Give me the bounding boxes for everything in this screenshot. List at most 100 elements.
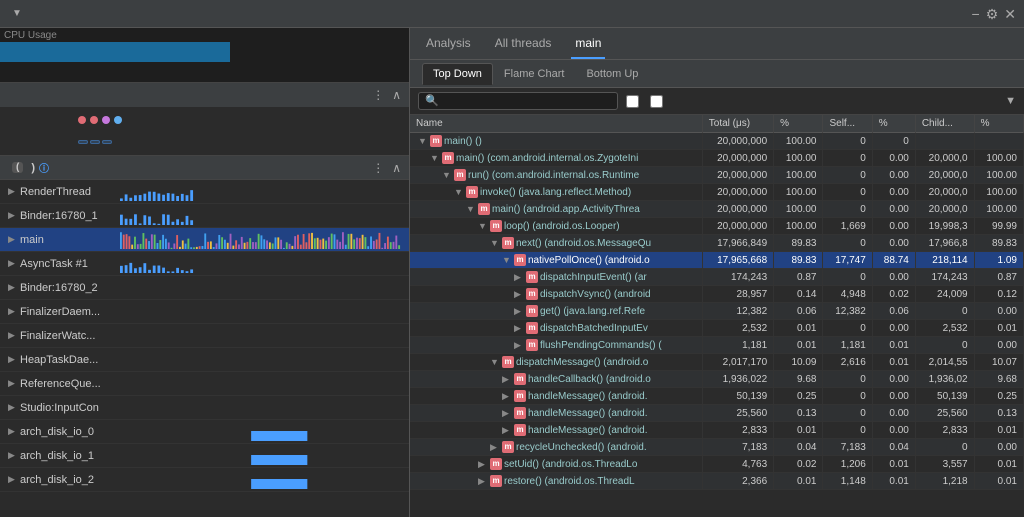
thread-expand-icon[interactable]: ▶ <box>8 378 20 389</box>
table-row[interactable]: ▼mmain() ()20,000,000100.0000 <box>410 133 1024 150</box>
table-row[interactable]: ▼mloop() (android.os.Looper)20,000,00010… <box>410 218 1024 235</box>
settings-icon[interactable]: ⚙ <box>986 7 999 21</box>
expand-icon[interactable]: ▼ <box>466 204 476 214</box>
thread-expand-icon[interactable]: ▶ <box>8 258 20 269</box>
thread-expand-icon[interactable]: ▶ <box>8 282 20 293</box>
expand-icon[interactable]: ▶ <box>514 323 524 334</box>
thread-row[interactable]: ▶main <box>0 228 409 252</box>
table-row[interactable]: ▼mmain() (com.android.internal.os.Zygote… <box>410 150 1024 167</box>
thread-row[interactable]: ▶FinalizerWatc... <box>0 324 409 348</box>
table-row[interactable]: ▶mhandleCallback() (android.o1,936,0229.… <box>410 371 1024 388</box>
table-row[interactable]: ▼mnativePollOnce() (android.o17,965,6688… <box>410 252 1024 269</box>
expand-icon[interactable]: ▼ <box>502 255 512 265</box>
expand-icon[interactable]: ▼ <box>430 153 440 163</box>
search-input[interactable] <box>418 92 618 110</box>
expand-icon[interactable]: ▶ <box>490 442 500 453</box>
threads-collapse-icon[interactable]: ∧ <box>392 161 401 175</box>
tab-all-threads[interactable]: All threads <box>491 28 556 59</box>
thread-expand-icon[interactable]: ▶ <box>8 354 20 365</box>
thread-expand-icon[interactable]: ▶ <box>8 186 20 197</box>
col-self-pct[interactable]: % <box>872 115 915 133</box>
threads-list[interactable]: ▶RenderThread▶Binder:16780_1▶main▶AsyncT… <box>0 180 409 517</box>
col-name[interactable]: Name <box>410 115 702 133</box>
col-child-pct[interactable]: % <box>974 115 1023 133</box>
table-row[interactable]: ▶mdispatchVsync() (android28,9570.144,94… <box>410 286 1024 303</box>
table-row[interactable]: ▶msetUid() (android.os.ThreadLo4,7630.02… <box>410 456 1024 473</box>
minimize-icon[interactable]: − <box>972 7 980 21</box>
thread-row[interactable]: ▶arch_disk_io_2 <box>0 468 409 492</box>
table-row[interactable]: ▶mget() (java.lang.ref.Refe12,3820.0612,… <box>410 303 1024 320</box>
cpu-dropdown-arrow[interactable]: ▼ <box>12 8 22 19</box>
table-row[interactable]: ▶mrecycleUnchecked() (android.7,1830.047… <box>410 439 1024 456</box>
thread-row[interactable]: ▶arch_disk_io_1 <box>0 444 409 468</box>
table-row[interactable]: ▶mflushPendingCommands() (1,1810.011,181… <box>410 337 1024 354</box>
expand-icon[interactable]: ▼ <box>418 136 428 146</box>
expand-icon[interactable]: ▶ <box>502 425 512 436</box>
wall-clock-select[interactable]: ▼ <box>1001 95 1016 107</box>
tab-analysis[interactable]: Analysis <box>422 28 475 59</box>
expand-icon[interactable]: ▶ <box>502 391 512 402</box>
expand-icon[interactable]: ▶ <box>514 289 524 300</box>
sub-tab-flame-chart[interactable]: Flame Chart <box>493 63 576 85</box>
regex-label[interactable] <box>650 95 666 108</box>
expand-icon[interactable]: ▶ <box>478 459 488 470</box>
table-row[interactable]: ▼mnext() (android.os.MessageQu17,966,849… <box>410 235 1024 252</box>
match-case-label[interactable] <box>626 95 642 108</box>
table-container[interactable]: Name Total (μs) % Self... % Child... % ▼… <box>410 115 1024 517</box>
num-cell: 0 <box>823 320 872 337</box>
col-total-pct[interactable]: % <box>774 115 823 133</box>
thread-row[interactable]: ▶ReferenceQue... <box>0 372 409 396</box>
table-row[interactable]: ▶mdispatchBatchedInputEv2,5320.0100.002,… <box>410 320 1024 337</box>
expand-icon[interactable]: ▶ <box>514 306 524 317</box>
name-cell: ▼minvoke() (java.lang.reflect.Method) <box>410 184 702 201</box>
thread-row[interactable]: ▶RenderThread <box>0 180 409 204</box>
table-row[interactable]: ▼mmain() (android.app.ActivityThrea20,00… <box>410 201 1024 218</box>
thread-expand-icon[interactable]: ▶ <box>8 234 20 245</box>
close-icon[interactable]: ✕ <box>1004 7 1016 21</box>
thread-expand-icon[interactable]: ▶ <box>8 402 20 413</box>
interaction-menu-icon[interactable]: ⋮ <box>372 88 384 102</box>
table-row[interactable]: ▼mdispatchMessage() (android.o2,017,1701… <box>410 354 1024 371</box>
table-row[interactable]: ▼mrun() (com.android.internal.os.Runtime… <box>410 167 1024 184</box>
table-row[interactable]: ▼minvoke() (java.lang.reflect.Method)20,… <box>410 184 1024 201</box>
table-row[interactable]: ▶mhandleMessage() (android.2,8330.0100.0… <box>410 422 1024 439</box>
thread-expand-icon[interactable]: ▶ <box>8 450 20 461</box>
thread-row[interactable]: ▶Binder:16780_1 <box>0 204 409 228</box>
expand-icon[interactable]: ▶ <box>514 340 524 351</box>
thread-row[interactable]: ▶arch_disk_io_0 <box>0 420 409 444</box>
thread-expand-icon[interactable]: ▶ <box>8 306 20 317</box>
regex-checkbox[interactable] <box>650 95 663 108</box>
tab-main[interactable]: main <box>571 28 605 59</box>
table-row[interactable]: ▶mdispatchInputEvent() (ar174,2430.8700.… <box>410 269 1024 286</box>
col-total[interactable]: Total (μs) <box>702 115 773 133</box>
expand-icon[interactable]: ▼ <box>478 221 488 231</box>
col-self[interactable]: Self... <box>823 115 872 133</box>
match-case-checkbox[interactable] <box>626 95 639 108</box>
sub-tab-bottom-up[interactable]: Bottom Up <box>575 63 649 85</box>
expand-icon[interactable]: ▶ <box>502 374 512 385</box>
thread-row[interactable]: ▶Studio:InputCon <box>0 396 409 420</box>
expand-icon[interactable]: ▶ <box>514 272 524 283</box>
threads-info-icon[interactable]: ⓘ <box>39 160 49 175</box>
sub-tab-top-down[interactable]: Top Down <box>422 63 493 85</box>
interaction-collapse-icon[interactable]: ∧ <box>392 88 401 102</box>
expand-icon[interactable]: ▶ <box>478 476 488 487</box>
expand-icon[interactable]: ▼ <box>454 187 464 197</box>
thread-expand-icon[interactable]: ▶ <box>8 426 20 437</box>
table-row[interactable]: ▶mrestore() (android.os.ThreadL2,3660.01… <box>410 473 1024 490</box>
thread-row[interactable]: ▶HeapTaskDae... <box>0 348 409 372</box>
threads-menu-icon[interactable]: ⋮ <box>372 161 384 175</box>
thread-row[interactable]: ▶FinalizerDaem... <box>0 300 409 324</box>
expand-icon[interactable]: ▼ <box>490 357 500 367</box>
thread-expand-icon[interactable]: ▶ <box>8 474 20 485</box>
table-row[interactable]: ▶mhandleMessage() (android.25,5600.1300.… <box>410 405 1024 422</box>
thread-row[interactable]: ▶Binder:16780_2 <box>0 276 409 300</box>
table-row[interactable]: ▶mhandleMessage() (android.50,1390.2500.… <box>410 388 1024 405</box>
expand-icon[interactable]: ▼ <box>490 238 500 248</box>
col-child[interactable]: Child... <box>915 115 974 133</box>
thread-expand-icon[interactable]: ▶ <box>8 330 20 341</box>
expand-icon[interactable]: ▼ <box>442 170 452 180</box>
thread-expand-icon[interactable]: ▶ <box>8 210 20 221</box>
expand-icon[interactable]: ▶ <box>502 408 512 419</box>
thread-row[interactable]: ▶AsyncTask #1 <box>0 252 409 276</box>
